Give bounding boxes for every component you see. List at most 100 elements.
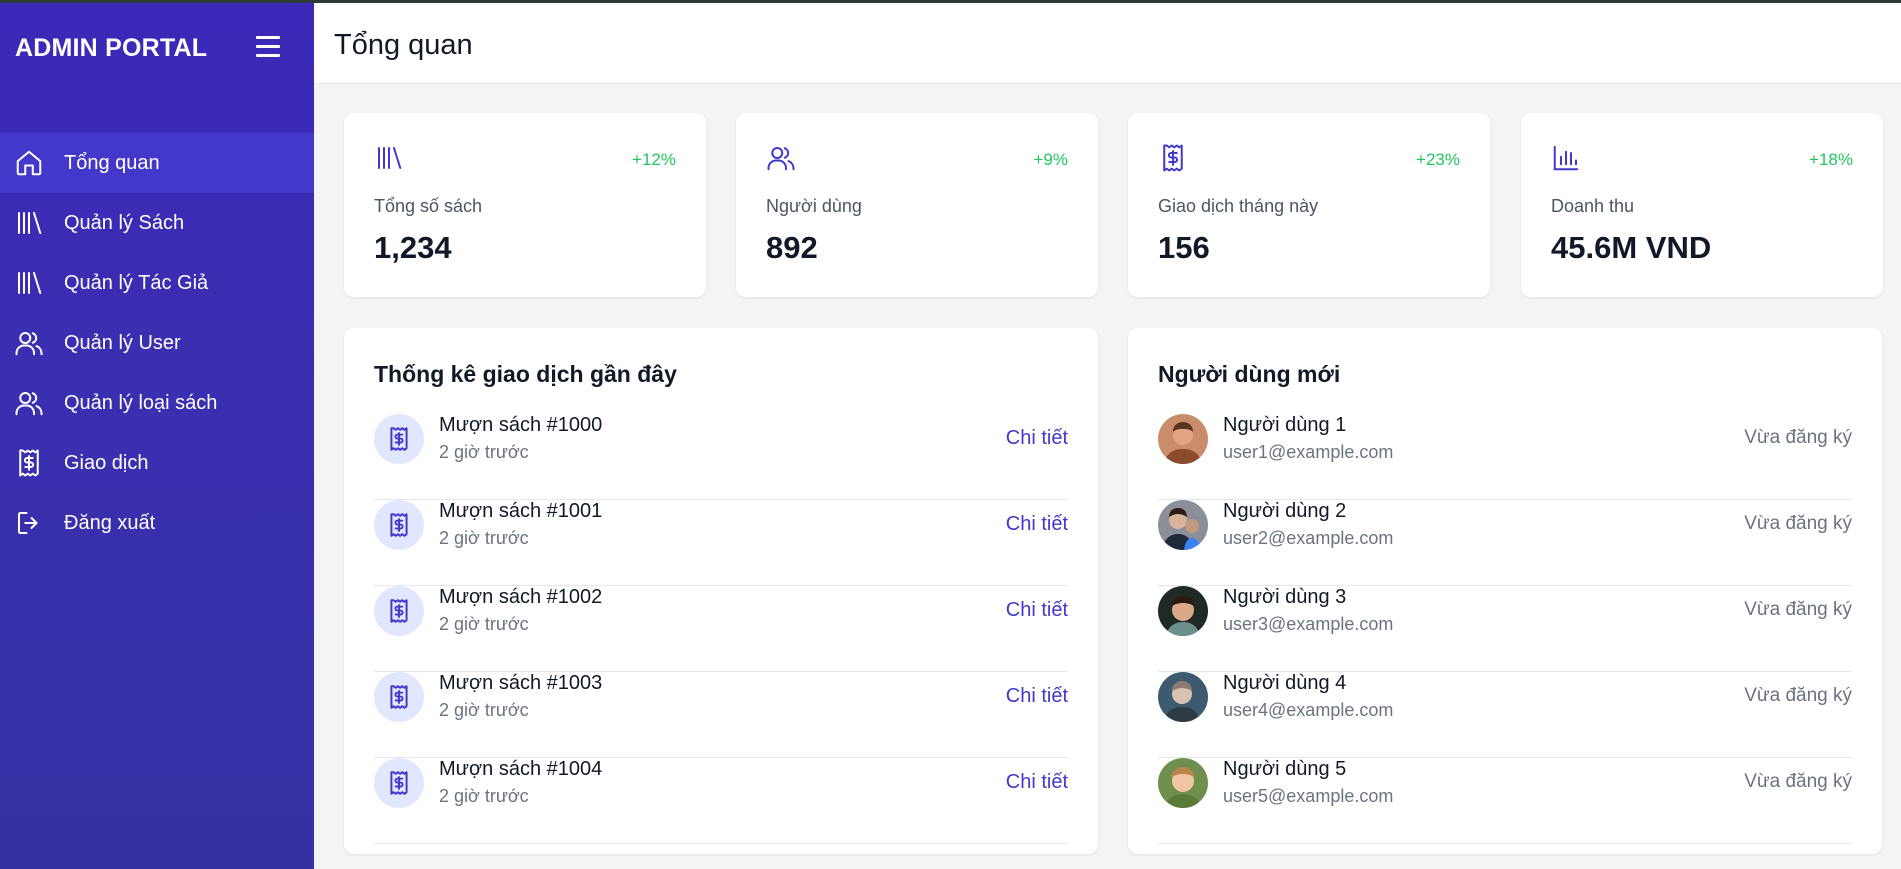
details-link[interactable]: Chi tiết bbox=[1006, 771, 1068, 794]
transaction-title: Mượn sách #1002 bbox=[439, 586, 603, 608]
avatar bbox=[1158, 586, 1208, 636]
brand-logo: ADMIN PORTAL bbox=[15, 34, 208, 62]
user-name: Người dùng 1 bbox=[1223, 414, 1347, 436]
user-status: Vừa đăng ký bbox=[1744, 513, 1852, 534]
user-status: Vừa đăng ký bbox=[1744, 685, 1852, 706]
sidebar-item-overview[interactable]: Tổng quan bbox=[0, 133, 314, 193]
list-item: Người dùng 3 user3@example.com Vừa đăng … bbox=[1158, 586, 1852, 672]
stat-label: Giao dịch tháng này bbox=[1158, 196, 1319, 216]
home-icon bbox=[14, 148, 44, 178]
list-item: Người dùng 4 user4@example.com Vừa đăng … bbox=[1158, 672, 1852, 758]
sidebar-item-logout[interactable]: Đăng xuất bbox=[0, 493, 314, 553]
details-link[interactable]: Chi tiết bbox=[1006, 685, 1068, 708]
user-status: Vừa đăng ký bbox=[1744, 427, 1852, 448]
new-users-panel: Người dùng mới Người dùng 1 user1@exampl… bbox=[1128, 328, 1882, 854]
trend-badge: +18% bbox=[1809, 150, 1853, 169]
user-email: user5@example.com bbox=[1223, 786, 1394, 806]
list-item: Mượn sách #1002 2 giờ trước Chi tiết bbox=[374, 586, 1068, 672]
user-name: Người dùng 3 bbox=[1223, 586, 1347, 608]
stat-card-transactions: +23% Giao dịch tháng này 156 bbox=[1128, 113, 1490, 297]
trend-badge: +9% bbox=[1033, 150, 1069, 169]
bar-chart-icon bbox=[1551, 143, 1581, 173]
details-link[interactable]: Chi tiết bbox=[1006, 599, 1068, 622]
library-icon bbox=[14, 268, 44, 298]
details-link[interactable]: Chi tiết bbox=[1006, 427, 1068, 450]
users-icon bbox=[14, 328, 44, 358]
stat-value: 156 bbox=[1158, 230, 1210, 265]
sidebar-nav: Tổng quan Quản lý Sách Quản lý Tác Giả Q… bbox=[0, 133, 314, 553]
sidebar-item-label: Quản lý User bbox=[64, 331, 181, 354]
avatar bbox=[1158, 414, 1208, 464]
library-icon bbox=[374, 143, 404, 173]
receipt-icon bbox=[374, 414, 424, 464]
stat-value: 45.6M VND bbox=[1551, 230, 1712, 265]
receipt-icon bbox=[374, 586, 424, 636]
stat-card-revenue: +18% Doanh thu 45.6M VND bbox=[1521, 113, 1883, 297]
transaction-time: 2 giờ trước bbox=[439, 700, 529, 720]
sidebar-item-authors[interactable]: Quản lý Tác Giả bbox=[0, 253, 314, 313]
stat-card-users: +9% Người dùng 892 bbox=[736, 113, 1098, 297]
sidebar-item-transactions[interactable]: Giao dịch bbox=[0, 433, 314, 493]
sidebar-item-users[interactable]: Quản lý User bbox=[0, 313, 314, 373]
stat-value: 1,234 bbox=[374, 230, 452, 265]
sidebar-item-label: Tổng quan bbox=[64, 151, 160, 174]
user-email: user4@example.com bbox=[1223, 700, 1394, 720]
stat-value: 892 bbox=[766, 230, 818, 265]
transaction-title: Mượn sách #1004 bbox=[439, 758, 603, 780]
list-item: Mượn sách #1001 2 giờ trước Chi tiết bbox=[374, 500, 1068, 586]
avatar bbox=[1158, 500, 1208, 550]
users-icon bbox=[766, 143, 796, 173]
stat-label: Doanh thu bbox=[1551, 196, 1635, 216]
logout-icon bbox=[14, 508, 44, 538]
user-status: Vừa đăng ký bbox=[1744, 599, 1852, 620]
trend-badge: +12% bbox=[632, 150, 676, 169]
trend-badge: +23% bbox=[1416, 150, 1460, 169]
user-status: Vừa đăng ký bbox=[1744, 771, 1852, 792]
sidebar-item-label: Quản lý Sách bbox=[64, 211, 185, 234]
transaction-title: Mượn sách #1001 bbox=[439, 500, 603, 522]
page-header: Tổng quan bbox=[314, 3, 1901, 84]
user-email: user1@example.com bbox=[1223, 442, 1394, 462]
user-name: Người dùng 2 bbox=[1223, 500, 1347, 522]
list-item: Mượn sách #1000 2 giờ trước Chi tiết bbox=[374, 414, 1068, 500]
transaction-title: Mượn sách #1000 bbox=[439, 414, 603, 436]
sidebar-item-label: Đăng xuất bbox=[64, 511, 156, 534]
transaction-time: 2 giờ trước bbox=[439, 614, 529, 634]
top-border bbox=[0, 0, 1901, 3]
user-list: Người dùng 1 user1@example.com Vừa đăng … bbox=[1158, 414, 1852, 844]
sidebar-item-label: Giao dịch bbox=[64, 451, 149, 474]
panel-title: Thống kê giao dịch gần đây bbox=[374, 361, 677, 387]
user-email: user3@example.com bbox=[1223, 614, 1394, 634]
sidebar-item-categories[interactable]: Quản lý loại sách bbox=[0, 373, 314, 433]
avatar bbox=[1158, 672, 1208, 722]
transaction-list: Mượn sách #1000 2 giờ trước Chi tiết Mượ… bbox=[374, 414, 1068, 844]
user-name: Người dùng 4 bbox=[1223, 672, 1347, 694]
sidebar-item-books[interactable]: Quản lý Sách bbox=[0, 193, 314, 253]
stat-label: Tổng số sách bbox=[374, 196, 483, 216]
receipt-icon bbox=[1158, 143, 1188, 173]
panel-title: Người dùng mới bbox=[1158, 361, 1341, 387]
list-item: Người dùng 1 user1@example.com Vừa đăng … bbox=[1158, 414, 1852, 500]
list-item: Mượn sách #1003 2 giờ trước Chi tiết bbox=[374, 672, 1068, 758]
sidebar: ADMIN PORTAL Tổng quan Quản lý Sách Quản… bbox=[0, 0, 314, 869]
transaction-time: 2 giờ trước bbox=[439, 442, 529, 462]
sidebar-item-label: Quản lý loại sách bbox=[64, 391, 218, 414]
page-title: Tổng quan bbox=[334, 29, 473, 61]
avatar bbox=[1158, 758, 1208, 808]
list-item: Người dùng 5 user5@example.com Vừa đăng … bbox=[1158, 758, 1852, 844]
details-link[interactable]: Chi tiết bbox=[1006, 513, 1068, 536]
users-icon bbox=[14, 388, 44, 418]
receipt-icon bbox=[374, 500, 424, 550]
user-name: Người dùng 5 bbox=[1223, 758, 1347, 780]
list-item: Mượn sách #1004 2 giờ trước Chi tiết bbox=[374, 758, 1068, 844]
transaction-title: Mượn sách #1003 bbox=[439, 672, 603, 694]
user-email: user2@example.com bbox=[1223, 528, 1394, 548]
recent-transactions-panel: Thống kê giao dịch gần đây Mượn sách #10… bbox=[344, 328, 1098, 854]
library-icon bbox=[14, 208, 44, 238]
transaction-time: 2 giờ trước bbox=[439, 528, 529, 548]
stat-card-books: +12% Tổng số sách 1,234 bbox=[344, 113, 706, 297]
stat-label: Người dùng bbox=[766, 196, 862, 216]
receipt-icon bbox=[374, 758, 424, 808]
sidebar-item-label: Quản lý Tác Giả bbox=[64, 271, 209, 294]
hamburger-icon[interactable] bbox=[254, 36, 284, 62]
